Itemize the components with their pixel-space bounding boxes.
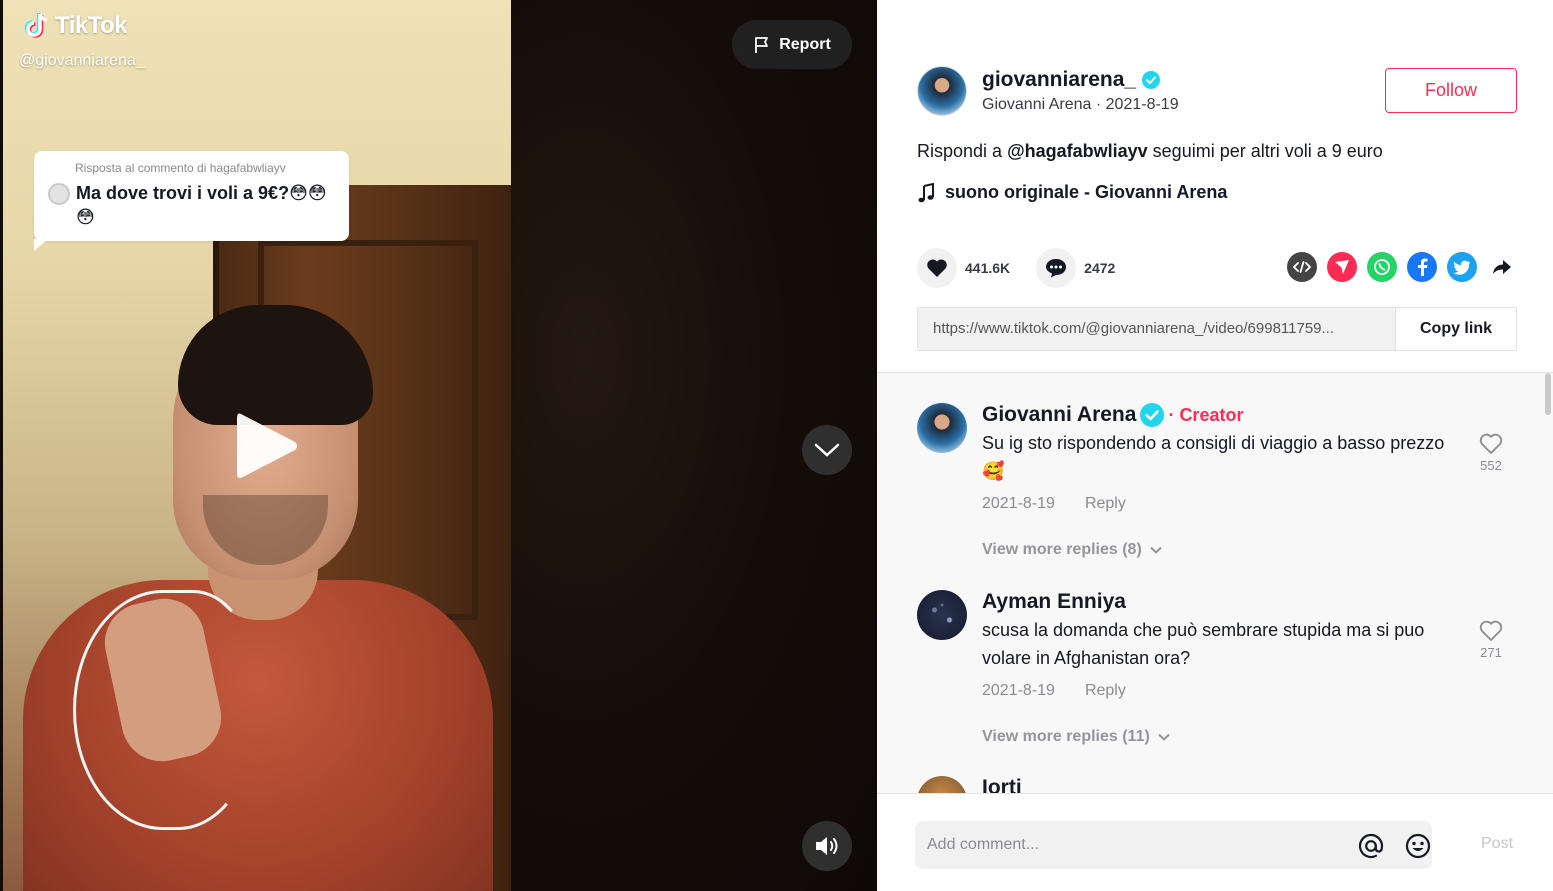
comment-body: Ayman Enniya scusa la domanda che può se…	[982, 590, 1452, 746]
share-link-url[interactable]: https://www.tiktok.com/@giovanniarena_/v…	[918, 308, 1395, 350]
chevron-down-icon	[1150, 546, 1162, 554]
heart-icon	[927, 259, 947, 277]
comment-meta: 2021-8-19 Reply	[982, 682, 1452, 700]
embed-icon[interactable]	[1287, 252, 1317, 282]
comment-reply-button[interactable]: Reply	[1085, 682, 1126, 700]
author-username[interactable]: giovanniarena_	[982, 68, 1179, 92]
comment-avatar[interactable]	[917, 590, 967, 640]
flag-icon	[755, 36, 769, 53]
comment-text: Su ig sto rispondendo a consigli di viag…	[982, 433, 1445, 481]
author-nickname: Giovanni Arena	[982, 96, 1092, 113]
author-username-text[interactable]: giovanniarena_	[982, 68, 1136, 92]
music-note-icon	[918, 182, 934, 202]
music-link[interactable]: suono originale - Giovanni Arena	[917, 182, 1227, 203]
view-more-replies-label[interactable]: View more replies (8)	[982, 541, 1142, 559]
comment-avatar[interactable]	[917, 776, 967, 793]
chevron-down-icon	[814, 443, 840, 457]
comment-list[interactable]: Giovanni Arena · Creator Su ig sto rispo…	[877, 372, 1553, 793]
like-button[interactable]	[917, 248, 957, 288]
comment-count: 2472	[1084, 260, 1116, 276]
video-description: Rispondi a @hagafabwliayv seguimi per al…	[917, 141, 1383, 162]
copy-link-button[interactable]: Copy link	[1395, 308, 1516, 350]
comment-like[interactable]: 271	[1467, 620, 1515, 660]
details-panel: giovanniarena_ Giovanni Arena · 2021-8-1…	[877, 0, 1553, 891]
send-icon[interactable]	[1327, 252, 1357, 282]
comment-body: Giovanni Arena · Creator Su ig sto rispo…	[982, 403, 1452, 559]
follow-button[interactable]: Follow	[1385, 68, 1517, 113]
like-count: 441.6K	[965, 260, 1011, 276]
description-mention[interactable]: @hagafabwliayv	[1007, 141, 1148, 161]
description-text: seguimi per altri voli a 9 euro	[1147, 141, 1383, 161]
next-video-button[interactable]	[802, 425, 852, 475]
heart-outline-icon[interactable]	[1479, 620, 1503, 642]
reply-sticker: Risposta al commento di hagafabwliayv Ma…	[34, 151, 349, 251]
comment-body: Iorti	[982, 776, 1452, 793]
tiktok-note-icon	[24, 13, 48, 38]
comment-like-count: 271	[1480, 645, 1502, 660]
heart-outline-icon[interactable]	[1479, 433, 1503, 455]
reply-sticker-header: Risposta al commento di hagafabwliayv	[75, 161, 286, 175]
post-button[interactable]: Post	[1481, 835, 1513, 853]
tiktok-logo: TikTok	[23, 12, 128, 40]
twitter-icon[interactable]	[1447, 252, 1477, 282]
comment-date: 2021-8-19	[982, 495, 1055, 512]
comment-bubble-icon	[1046, 259, 1067, 278]
view-more-replies[interactable]: View more replies (11)	[982, 728, 1452, 746]
comment-date: 2021-8-19	[982, 682, 1055, 699]
engagement-stats: 441.6K 2472	[917, 248, 1115, 288]
comment-meta: 2021-8-19 Reply	[982, 495, 1452, 513]
share-arrow-icon[interactable]	[1487, 252, 1517, 282]
tiktok-wordmark: TikTok	[55, 12, 128, 39]
comment-scrollbar[interactable]	[1545, 373, 1551, 415]
volume-icon	[816, 837, 838, 855]
reply-sticker-avatar	[48, 183, 70, 205]
report-button[interactable]: Report	[732, 20, 852, 69]
author-separator: ·	[1095, 96, 1106, 113]
play-icon[interactable]	[233, 410, 299, 482]
author-row: giovanniarena_ Giovanni Arena · 2021-8-1…	[917, 66, 1179, 116]
comment-reply-button[interactable]: Reply	[1085, 495, 1126, 513]
author-info: giovanniarena_ Giovanni Arena · 2021-8-1…	[982, 68, 1179, 114]
creator-label: Creator	[1179, 404, 1244, 425]
comment-author-name[interactable]: Iorti	[982, 776, 1022, 793]
share-link-box: https://www.tiktok.com/@giovanniarena_/v…	[917, 307, 1517, 351]
verified-icon	[1140, 403, 1165, 427]
share-icons	[1287, 252, 1517, 282]
post-date: 2021-8-19	[1105, 96, 1179, 113]
volume-button[interactable]	[802, 821, 852, 871]
comment-avatar[interactable]	[917, 403, 967, 453]
mention-icon[interactable]	[1357, 832, 1385, 860]
comment-author: Iorti	[982, 776, 1452, 793]
comment-author: Giovanni Arena · Creator	[982, 403, 1452, 427]
comment-text: scusa la domanda che può sembrare stupid…	[982, 620, 1425, 668]
comment-composer: Post	[877, 793, 1553, 891]
author-avatar[interactable]	[917, 66, 967, 116]
comment-like-count: 552	[1480, 458, 1502, 473]
view-more-replies[interactable]: View more replies (8)	[982, 541, 1452, 559]
music-title[interactable]: suono originale - Giovanni Arena	[945, 182, 1227, 203]
comment-input[interactable]	[915, 821, 1432, 869]
author-subline: Giovanni Arena · 2021-8-19	[982, 96, 1179, 114]
creator-badge: · Creator	[1168, 404, 1244, 425]
whatsapp-icon[interactable]	[1367, 252, 1397, 282]
reply-sticker-text: Ma dove trovi i voli a 9€?😳😳😳	[76, 183, 327, 227]
verified-icon	[1142, 71, 1161, 89]
comment-button[interactable]	[1036, 248, 1077, 288]
video-watermark-handle: @giovanniarena_	[19, 52, 145, 69]
view-more-replies-label[interactable]: View more replies (11)	[982, 728, 1150, 746]
report-label: Report	[779, 35, 831, 53]
video-scene-earphone-cable	[73, 590, 253, 830]
facebook-icon[interactable]	[1407, 252, 1437, 282]
comment-like[interactable]: 552	[1467, 433, 1515, 473]
video-player[interactable]: TikTok @giovanniarena_ Risposta al comme…	[0, 0, 877, 891]
description-prefix: Rispondi a	[917, 141, 1008, 161]
chevron-down-icon	[1158, 733, 1170, 741]
comment-author-name[interactable]: Giovanni Arena	[982, 403, 1136, 427]
video-frame[interactable]: TikTok @giovanniarena_ Risposta al comme…	[3, 0, 511, 891]
comment-author-name[interactable]: Ayman Enniya	[982, 590, 1126, 614]
emoji-icon[interactable]	[1404, 832, 1432, 860]
comment-author: Ayman Enniya	[982, 590, 1452, 614]
